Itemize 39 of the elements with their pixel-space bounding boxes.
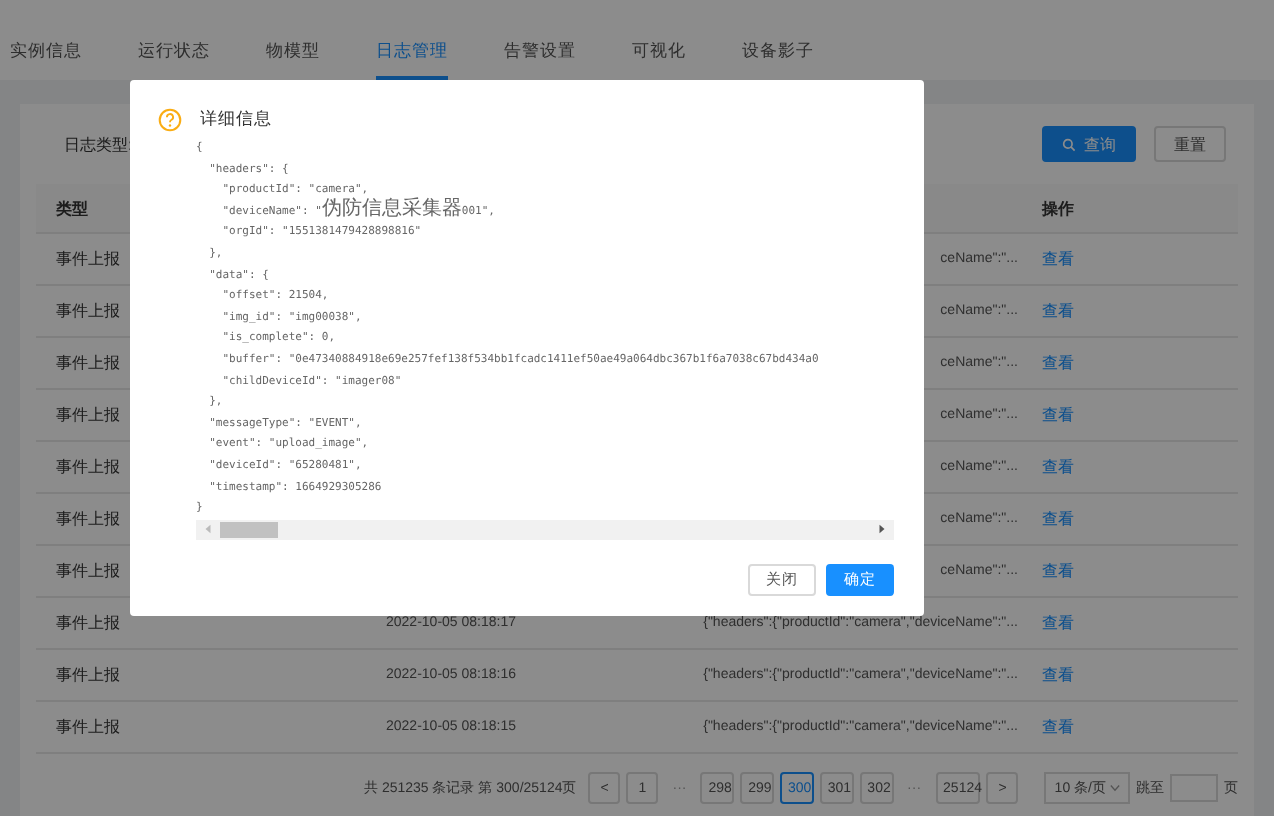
table-cell: 事件上报	[56, 718, 120, 736]
question-icon	[158, 108, 182, 132]
scroll-right-icon[interactable]	[878, 524, 886, 535]
tab[interactable]: 运行状态	[138, 40, 210, 80]
caret-icon	[1109, 784, 1120, 792]
search-icon	[1062, 137, 1076, 151]
dialog-title: 详细信息	[200, 108, 272, 132]
view-link[interactable]: 查看	[1042, 562, 1074, 580]
view-link[interactable]: 查看	[1042, 718, 1074, 736]
table-cell: 事件上报	[56, 614, 120, 632]
table-cell: 事件上报	[56, 354, 120, 372]
column-header: 操作	[1042, 197, 1074, 219]
column-header: 类型	[56, 199, 88, 217]
table-cell: 事件上报	[56, 302, 120, 320]
view-link[interactable]: 查看	[1042, 406, 1074, 424]
view-link[interactable]: 查看	[1042, 510, 1074, 528]
table-cell: 事件上报	[56, 458, 120, 476]
tab[interactable]: 物模型	[266, 40, 320, 80]
table-cell: 事件上报	[56, 406, 120, 424]
view-link[interactable]: 查看	[1042, 302, 1074, 320]
tab[interactable]: 可视化	[632, 40, 686, 80]
view-link[interactable]: 查看	[1042, 614, 1074, 632]
table-cell: 事件上报	[56, 666, 120, 684]
filter-label: 日志类型:	[64, 133, 133, 155]
tab[interactable]: 设备影子	[742, 40, 814, 80]
scrollbar-thumb[interactable]	[220, 521, 278, 538]
horizontal-scrollbar[interactable]	[196, 519, 894, 540]
table-cell: 事件上报	[56, 510, 120, 528]
tab[interactable]: 告警设置	[504, 40, 576, 80]
tab[interactable]: 实例信息	[10, 40, 82, 80]
table-cell: 事件上报	[56, 562, 120, 580]
view-link[interactable]: 查看	[1042, 354, 1074, 372]
view-link[interactable]: 查看	[1042, 666, 1074, 684]
table-cell: 事件上报	[56, 250, 120, 268]
view-link[interactable]: 查看	[1042, 458, 1074, 476]
view-link[interactable]: 查看	[1042, 250, 1074, 268]
scroll-left-icon[interactable]	[204, 524, 212, 535]
search-button[interactable]: 查询	[1042, 126, 1136, 162]
reset-button[interactable]: 重置	[1154, 126, 1226, 162]
